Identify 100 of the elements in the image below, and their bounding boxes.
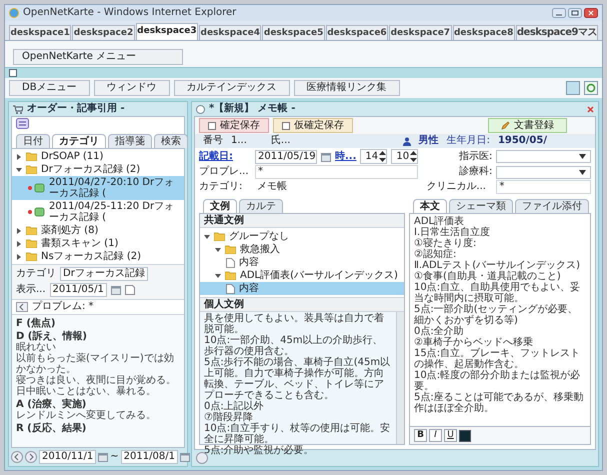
note-heading: D (訴え、情報): [16, 331, 88, 342]
date-field[interactable]: 2011/05/1: [50, 283, 107, 297]
note-text: 寝つきは良い、夜間に目が覚める。日中眠いことはない、暴れる。: [16, 375, 177, 397]
doctor-label: 指示医:: [458, 150, 492, 162]
tree-item[interactable]: 2011/04/25-11:20 Drフォーカス記録 (: [12, 200, 184, 224]
example-text: 10点:自立手すり、杖等の使用は可能。安全に昇降可能。: [204, 423, 392, 445]
date-field[interactable]: 2011/08/1: [120, 450, 178, 464]
department-label: 診療科:: [458, 166, 492, 178]
tab[interactable]: カテゴリ: [52, 134, 106, 148]
body-text: ②車椅子からベッドへ移乗: [414, 337, 534, 348]
tab[interactable]: deskspace6: [326, 25, 388, 40]
tab[interactable]: 本文: [413, 199, 447, 213]
body-text: 10点:自立、自助具使用でもよい、妥当な時間内に摂取可能。: [414, 282, 582, 304]
toolbar-button[interactable]: カルテインデックス: [174, 80, 290, 96]
format-button[interactable]: U: [444, 429, 457, 442]
tree-item[interactable]: 書類スキャン (1): [12, 237, 184, 250]
note-text: レンドルミンへ変更してみる。: [16, 410, 157, 421]
category-field[interactable]: メモ帳: [255, 181, 418, 193]
body-text: 15点:自立。ブレーキ、フットレストの操作、起居動作含む。: [414, 348, 582, 370]
panel-title: オーダー・記事引用 -: [27, 103, 125, 115]
patient-id-label: 番号: [203, 135, 223, 147]
example-text: 具を使用してもよい。装具等は自力で着脱可能。: [204, 313, 385, 335]
tree-item[interactable]: 薬剤処方 (8): [12, 224, 184, 237]
tree-item[interactable]: Drフォーカス記録 (2): [12, 163, 184, 176]
tree-item[interactable]: 内容: [200, 282, 404, 295]
tab[interactable]: シェーマ類: [449, 199, 513, 213]
note-heading: F (焦点): [16, 318, 56, 329]
tab[interactable]: deskspace9マス: [516, 25, 598, 40]
tab[interactable]: deskspace4: [199, 25, 262, 40]
body-text: Ⅱ.ADLテスト(バーサルインデックス): [414, 260, 582, 271]
body-text: ②認知症:: [414, 249, 458, 260]
body-text: 0点:全介助: [414, 326, 465, 337]
birth-date: 1950/05/: [498, 135, 547, 147]
section-header: 共通文例: [200, 214, 404, 228]
note-text: 以前もらった薬(マイスリー)では効かなかった。: [16, 353, 175, 375]
save-button[interactable]: 確定保存: [199, 118, 269, 133]
tab[interactable]: 日付: [16, 134, 50, 148]
tab[interactable]: 文例: [203, 199, 237, 213]
body-text: 5点:一部介助(セッティングが必要、細かくおかずを切る等): [414, 304, 579, 326]
toolbar-button[interactable]: ウィンドウ: [94, 80, 170, 96]
section-header: 個人文例: [200, 297, 404, 312]
tab[interactable]: deskspace1: [9, 25, 72, 40]
clinical-field[interactable]: *: [496, 180, 591, 194]
body-text: ①食事(自助具・道具記載のこと): [414, 271, 562, 282]
window-title: OpenNetKarte - Windows Internet Explorer: [23, 7, 236, 19]
tab[interactable]: 検索: [154, 134, 188, 148]
time-link[interactable]: 時...: [335, 150, 356, 162]
tree-item[interactable]: 2011/04/27-20:10 Drフォーカス記録 (: [12, 176, 184, 200]
tree-item[interactable]: 救急搬入: [200, 243, 404, 256]
display-label: 表示...: [16, 284, 46, 296]
tab[interactable]: deskspace5: [262, 25, 325, 40]
register-button[interactable]: 文書登録: [488, 118, 567, 133]
problem-label: プロブレム: *: [32, 301, 94, 313]
tab[interactable]: 指導箋: [108, 134, 152, 148]
toolbar-button[interactable]: 医療情報リンク集: [294, 80, 400, 96]
body-text: 10点:軽度の部分介助または監視が必要。: [414, 370, 582, 392]
tree-item[interactable]: ADL評価表(バーサルインデックス): [200, 269, 404, 282]
tree-item[interactable]: グループなし: [200, 230, 404, 243]
problem-field[interactable]: *: [255, 165, 418, 179]
tab[interactable]: deskspace2: [72, 25, 135, 40]
note-heading: A (治療、実施): [16, 399, 86, 410]
note-text: 眠れない: [16, 342, 57, 353]
tree-item[interactable]: 内容: [200, 256, 404, 269]
example-text: 10点:一部介助、45m以上の介助歩行、歩行器の使用含む。: [204, 335, 383, 357]
clinical-label: クリニカル...: [426, 181, 487, 193]
date-field[interactable]: 2011/05/19: [255, 150, 317, 164]
tree-item[interactable]: Nsフォーカス記録 (2): [12, 250, 184, 263]
category-label: カテゴリ: [16, 268, 56, 280]
minute-spinner[interactable]: 10: [391, 149, 418, 164]
note-heading: R (反応、結果): [16, 423, 88, 434]
save-button[interactable]: 仮確定保存: [273, 118, 353, 133]
toolbar-button[interactable]: DBメニュー: [9, 80, 90, 96]
example-text: ⑦階段昇降: [204, 412, 253, 423]
tab[interactable]: deskspace8: [452, 25, 515, 40]
patient-sex: 男性: [418, 135, 439, 147]
example-text: 0点:上記以外: [204, 401, 265, 412]
tab[interactable]: カルテ: [239, 199, 283, 213]
body-text: Ⅰ.日常生活自立度: [414, 227, 492, 238]
body-text: 5点:座ることは可能であるが、移乗動作はほぼ全介助。: [414, 392, 585, 414]
menu-button[interactable]: OpenNetKarte メニュー: [13, 49, 183, 65]
tab[interactable]: deskspace3: [136, 23, 198, 40]
birth-label: 生年月日:: [446, 135, 490, 147]
format-button[interactable]: B: [414, 429, 427, 442]
memo-title: *【新規】 メモ帳 -: [209, 103, 296, 115]
hour-spinner[interactable]: 14: [360, 149, 388, 164]
category-field[interactable]: Drフォーカス記録: [60, 267, 148, 281]
problem-label: プロブレ...: [199, 166, 250, 178]
patient-id: 1...: [231, 135, 247, 147]
date-field[interactable]: 2010/11/1: [39, 450, 96, 464]
date-link[interactable]: 記載日:: [199, 150, 251, 162]
tab[interactable]: deskspace7: [389, 25, 452, 40]
example-text: 5点:歩行不能の場合、車椅子自立(45m以上可能。自力で車椅子操作が可能。方向転換、テーブル、ベッド、トイレ等にアプローチできることも含む。: [204, 357, 392, 401]
example-text: 5点:介助や監視が必要。: [204, 445, 315, 456]
body-text: ADL評価表: [414, 216, 466, 227]
format-button[interactable]: I: [429, 429, 442, 442]
range-separator: ~: [110, 451, 119, 463]
category-label: カテゴリ:: [199, 181, 244, 193]
tab[interactable]: ファイル添付: [515, 199, 589, 213]
body-text: ①寝たきり度:: [414, 238, 478, 249]
tree-item[interactable]: DrSOAP (11): [12, 150, 184, 163]
